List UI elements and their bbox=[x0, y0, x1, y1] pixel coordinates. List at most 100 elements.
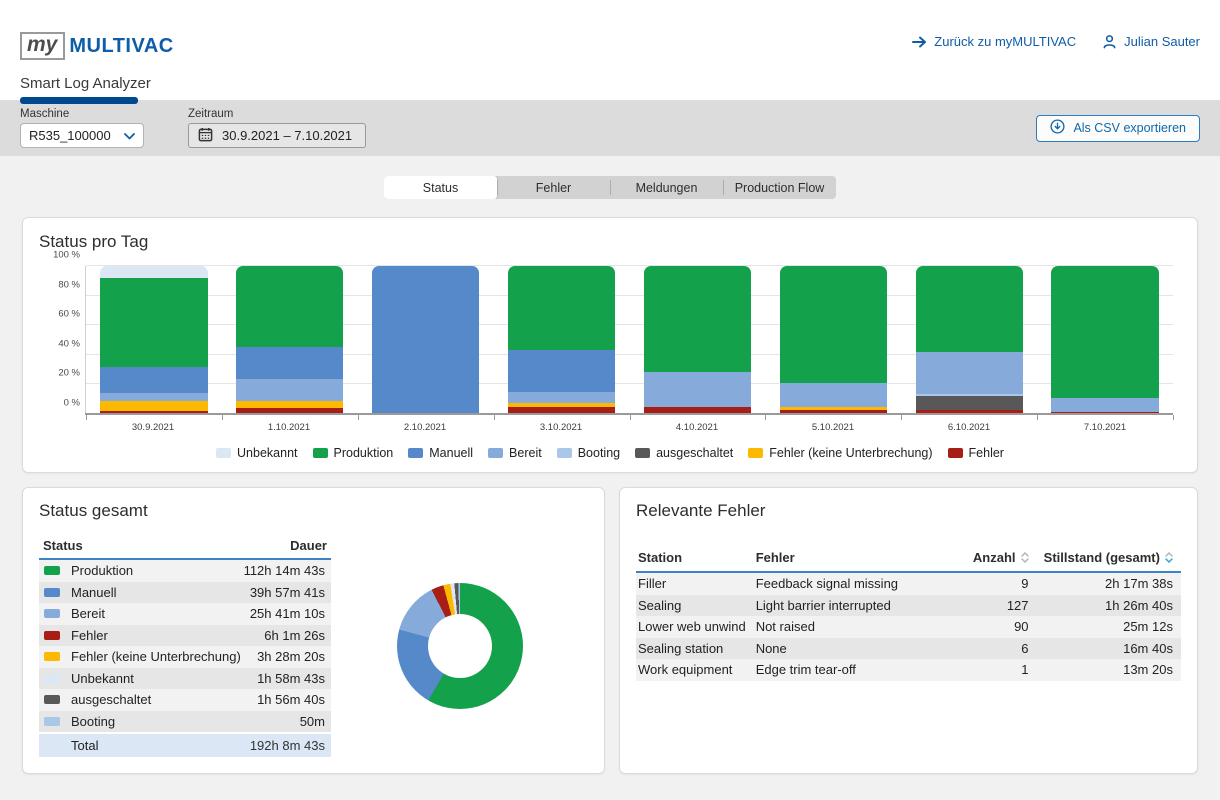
bar-6.10.2021 bbox=[916, 266, 1023, 414]
cell-station: Sealing station bbox=[638, 641, 756, 656]
legend-item-bereit: Bereit bbox=[488, 446, 542, 460]
status-name: Booting bbox=[71, 714, 300, 729]
status-name: Bereit bbox=[71, 606, 250, 621]
x-tick-label: 1.10.2021 bbox=[221, 422, 357, 433]
legend-item-fehler: Fehler bbox=[948, 446, 1004, 460]
legend-label: Produktion bbox=[334, 446, 394, 460]
cell-station: Filler bbox=[638, 576, 756, 591]
back-link-label: Zurück zu myMULTIVAC bbox=[934, 34, 1076, 49]
bar-segment-produktion bbox=[100, 278, 207, 368]
tab-meldungen[interactable]: Meldungen bbox=[610, 176, 723, 199]
status-name: Manuell bbox=[71, 585, 250, 600]
status-duration: 50m bbox=[300, 714, 325, 729]
export-csv-button[interactable]: Als CSV exportieren bbox=[1036, 115, 1200, 142]
table-row: Lower web unwindNot raised9025m 12s bbox=[636, 616, 1181, 638]
tab-fehler[interactable]: Fehler bbox=[497, 176, 610, 199]
table-row: Booting50m bbox=[39, 711, 331, 733]
legend-item-fehler-keine-unterbrechung-: Fehler (keine Unterbrechung) bbox=[748, 446, 932, 460]
status-duration: 112h 14m 43s bbox=[244, 563, 325, 578]
legend-swatch bbox=[948, 448, 963, 458]
back-to-mymultivac-link[interactable]: Zurück zu myMULTIVAC bbox=[912, 34, 1076, 49]
x-tick-label: 3.10.2021 bbox=[493, 422, 629, 433]
bar-3.10.2021 bbox=[508, 266, 615, 414]
legend-swatch bbox=[408, 448, 423, 458]
bar-segment-bereit bbox=[100, 393, 207, 402]
x-tick-label: 4.10.2021 bbox=[629, 422, 765, 433]
status-duration: 3h 28m 20s bbox=[257, 649, 325, 664]
table-row: Produktion112h 14m 43s bbox=[39, 560, 331, 582]
calendar-icon bbox=[198, 127, 213, 145]
status-name: Unbekannt bbox=[71, 671, 257, 686]
sort-icon[interactable] bbox=[1165, 552, 1173, 563]
y-tick-label: 0 % bbox=[40, 398, 80, 409]
cell-count: 6 bbox=[943, 641, 1029, 656]
cell-count: 9 bbox=[943, 576, 1029, 591]
period-datepicker[interactable]: 30.9.2021 – 7.10.2021 bbox=[188, 123, 366, 148]
legend-item-ausgeschaltet: ausgeschaltet bbox=[635, 446, 733, 460]
table-row: Fehler (keine Unterbrechung)3h 28m 20s bbox=[39, 646, 331, 668]
x-tick-label: 5.10.2021 bbox=[765, 422, 901, 433]
tab-status[interactable]: Status bbox=[384, 176, 497, 199]
status-name: Fehler (keine Unterbrechung) bbox=[71, 649, 257, 664]
relevant-errors-title: Relevante Fehler bbox=[636, 501, 1181, 521]
cell-station: Lower web unwind bbox=[638, 619, 756, 634]
bar-segment-ausgeschaltet bbox=[916, 396, 1023, 409]
bar-segment-bereit bbox=[780, 383, 887, 407]
legend-label: ausgeschaltet bbox=[656, 446, 733, 460]
cell-downtime: 13m 20s bbox=[1029, 662, 1173, 677]
y-tick-label: 80 % bbox=[40, 279, 80, 290]
tab-smart-log-analyzer[interactable]: Smart Log Analyzer bbox=[20, 75, 151, 92]
x-tick-label: 6.10.2021 bbox=[901, 422, 1037, 433]
x-axis-tick bbox=[1037, 415, 1038, 420]
table-row: Work equipmentEdge trim tear-off113m 20s bbox=[636, 659, 1181, 681]
tab-production-flow[interactable]: Production Flow bbox=[723, 176, 836, 199]
status-total-table: Status Dauer Produktion112h 14m 43sManue… bbox=[39, 535, 331, 757]
col-anzahl[interactable]: Anzahl bbox=[943, 550, 1029, 565]
logo-my: my bbox=[20, 32, 65, 60]
legend-label: Unbekannt bbox=[237, 446, 297, 460]
col-station: Station bbox=[638, 550, 756, 565]
status-duration: 1h 56m 40s bbox=[257, 692, 325, 707]
legend-label: Bereit bbox=[509, 446, 542, 460]
bar-segment-bereit bbox=[236, 379, 343, 401]
x-axis-tick bbox=[86, 415, 87, 420]
status-per-day-title: Status pro Tag bbox=[39, 232, 1181, 252]
status-swatch bbox=[44, 566, 60, 575]
col-status: Status bbox=[43, 538, 83, 553]
bar-segment-bereit bbox=[644, 372, 751, 408]
status-name: ausgeschaltet bbox=[71, 692, 257, 707]
legend-swatch bbox=[635, 448, 650, 458]
legend-swatch bbox=[488, 448, 503, 458]
col-duration: Dauer bbox=[290, 538, 327, 553]
col-stillstand-gesamt-[interactable]: Stillstand (gesamt) bbox=[1029, 550, 1173, 565]
x-tick-label: 2.10.2021 bbox=[357, 422, 493, 433]
bar-segment-fehler-keine-unterbrechung- bbox=[236, 401, 343, 408]
table-row: Fehler6h 1m 26s bbox=[39, 625, 331, 647]
bar-segment-produktion bbox=[1051, 266, 1158, 398]
machine-select[interactable]: R535_100000 bbox=[20, 123, 144, 148]
y-tick-label: 100 % bbox=[40, 250, 80, 261]
bar-segment-bereit bbox=[1051, 398, 1158, 412]
status-name: Produktion bbox=[71, 563, 244, 578]
legend-label: Fehler bbox=[969, 446, 1004, 460]
cell-count: 90 bbox=[943, 619, 1029, 634]
legend-item-booting: Booting bbox=[557, 446, 620, 460]
bar-30.9.2021 bbox=[100, 266, 207, 414]
user-icon bbox=[1102, 34, 1117, 49]
user-menu[interactable]: Julian Sauter bbox=[1102, 34, 1200, 49]
x-axis-tick bbox=[901, 415, 902, 420]
legend-item-unbekannt: Unbekannt bbox=[216, 446, 297, 460]
y-tick-label: 60 % bbox=[40, 309, 80, 320]
column-label: Anzahl bbox=[973, 550, 1016, 565]
relevant-errors-table: StationFehlerAnzahlStillstand (gesamt) F… bbox=[636, 547, 1181, 681]
sort-icon[interactable] bbox=[1021, 552, 1029, 563]
table-row: Unbekannt1h 58m 43s bbox=[39, 668, 331, 690]
cell-station: Work equipment bbox=[638, 662, 756, 677]
status-swatch bbox=[44, 717, 60, 726]
status-donut-chart bbox=[397, 583, 523, 709]
cell-station: Sealing bbox=[638, 598, 756, 613]
bar-4.10.2021 bbox=[644, 266, 751, 414]
table-row: Manuell39h 57m 41s bbox=[39, 582, 331, 604]
bar-1.10.2021 bbox=[236, 266, 343, 414]
table-row: SealingLight barrier interrupted1271h 26… bbox=[636, 595, 1181, 617]
